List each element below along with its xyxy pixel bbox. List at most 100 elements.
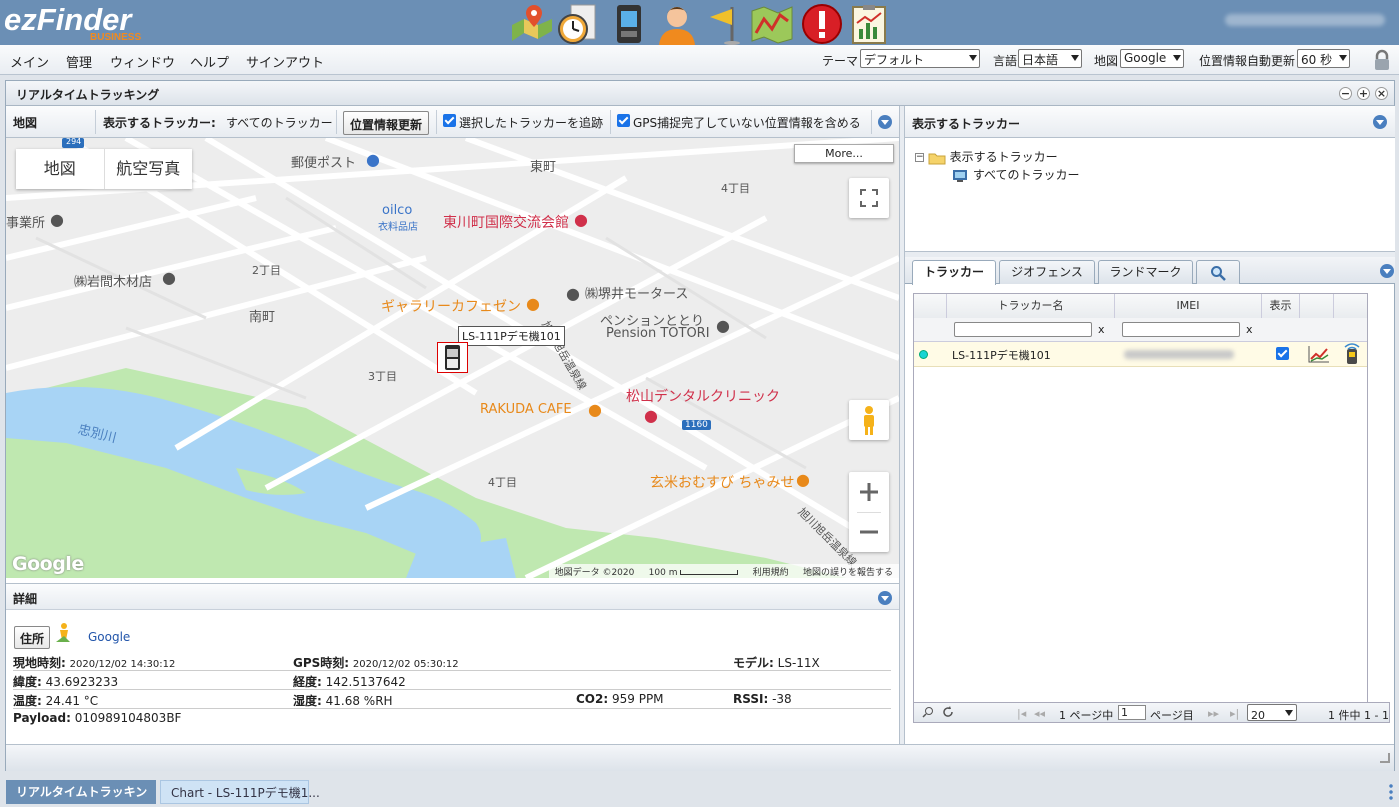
tracker-marker[interactable]	[437, 342, 468, 373]
tree-collapse-icon[interactable]: −	[915, 153, 924, 162]
theme-select[interactable]: デフォルト	[860, 49, 980, 68]
tree-child[interactable]: すべてのトラッカー	[951, 166, 1080, 183]
auto-update-select[interactable]: 60 秒	[1297, 49, 1350, 68]
collapse-icon[interactable]	[1380, 264, 1394, 278]
tab-geofence[interactable]: ジオフェンス	[999, 260, 1095, 284]
name-filter-clear[interactable]: x	[1098, 323, 1105, 336]
map-label-jigyosho: 事業所	[6, 216, 46, 231]
pegman-icon	[864, 406, 874, 435]
tree-child-label: すべてのトラッカー	[972, 168, 1080, 182]
map-label-gallery: ギャラリーカフェゼン	[381, 299, 521, 315]
collapse-icon[interactable]	[878, 591, 892, 605]
address-button[interactable]: 住所	[14, 626, 51, 649]
device-signal-icon[interactable]	[1342, 343, 1360, 365]
flag-icon[interactable]	[702, 3, 746, 45]
tracker-name-cell: LS-111Pデモ機101	[952, 349, 1051, 362]
page-number-input[interactable]: 1	[1118, 705, 1146, 720]
task-realtime-tracking[interactable]: リアルタイムトラッキン	[6, 780, 156, 804]
grid-header-device	[1334, 294, 1367, 318]
map-label-iwama: ㈱岩間木材店	[74, 275, 153, 290]
name-filter-input[interactable]	[954, 322, 1092, 337]
resize-grip-icon[interactable]	[1380, 753, 1390, 763]
first-page-icon[interactable]: |◂	[1017, 707, 1026, 720]
rssi-value: -38	[772, 692, 792, 706]
page-size-select[interactable]: 20	[1247, 704, 1297, 722]
details-title: 詳細	[13, 592, 38, 606]
refresh-location-button[interactable]: 位置情報更新	[343, 111, 430, 135]
last-page-icon[interactable]: ▸|	[1230, 707, 1239, 720]
map-label-oilco-sub: 衣料品店	[378, 222, 418, 233]
menu-admin[interactable]: 管理	[66, 52, 92, 71]
map-pin-icon[interactable]	[510, 3, 554, 45]
line-chart-icon[interactable]	[1308, 345, 1330, 363]
tab-trackers[interactable]: トラッカー	[912, 260, 996, 285]
collapse-icon[interactable]	[878, 115, 892, 129]
tab-landmark[interactable]: ランドマーク	[1098, 260, 1193, 284]
page-suffix: ページ目	[1150, 709, 1194, 722]
trackers-filter-value[interactable]: すべてのトラッカー	[226, 114, 333, 131]
alert-icon[interactable]	[800, 3, 844, 45]
map-terms-link[interactable]: 利用規約	[753, 568, 789, 578]
language-select[interactable]: 日本語	[1018, 49, 1082, 68]
follow-tracker-checkbox[interactable]	[443, 114, 456, 127]
map-report-link[interactable]: 地図の誤りを報告する	[803, 568, 893, 578]
stopwatch-icon[interactable]	[555, 3, 599, 45]
tracker-marker-label: LS-111Pデモ機101	[458, 326, 565, 346]
report-chart-icon[interactable]	[847, 3, 891, 45]
menu-main[interactable]: メイン	[10, 52, 49, 71]
more-options-icon[interactable]	[1389, 783, 1393, 801]
grid-header-name[interactable]: トラッカー名	[947, 294, 1115, 318]
menu-help[interactable]: ヘルプ	[190, 52, 229, 71]
map-type-satellite-button[interactable]: 航空写真	[105, 149, 193, 189]
fullscreen-button[interactable]	[849, 178, 889, 218]
more-button[interactable]: More...	[794, 144, 894, 163]
post-office-pin-icon: ●	[366, 150, 380, 169]
toolbar-divider	[610, 110, 611, 134]
google-link[interactable]: Google	[88, 630, 130, 644]
map-type-map-button[interactable]: 地図	[16, 149, 105, 189]
prev-page-icon[interactable]: ◂◂	[1034, 707, 1045, 720]
tree-root[interactable]: − 表示するトラッカー	[915, 148, 1058, 165]
place-pin-icon: ●	[162, 268, 176, 287]
street-view-person-icon[interactable]	[54, 622, 72, 644]
collapse-icon[interactable]	[1373, 115, 1387, 129]
google-logo: Google	[12, 553, 84, 575]
refresh-icon[interactable]	[942, 706, 954, 718]
task-chart[interactable]: Chart - LS-111Pデモ機1...	[160, 780, 320, 804]
menu-signout[interactable]: サインアウト	[246, 52, 324, 71]
maximize-button[interactable]: +	[1357, 87, 1370, 100]
zoom-out-button[interactable]	[849, 512, 889, 552]
map-view[interactable]: 294 郵便ポスト ● 東町 4丁目 事業所 ● oilco 衣料品店 東川町国…	[6, 138, 899, 578]
zoom-in-button[interactable]	[849, 472, 889, 512]
imei-filter-input[interactable]	[1122, 322, 1240, 337]
route-map-icon[interactable]	[750, 3, 794, 45]
search-icon[interactable]	[922, 706, 934, 718]
folder-open-icon	[928, 153, 946, 164]
close-button[interactable]: ×	[1375, 87, 1388, 100]
visible-checkbox[interactable]	[1276, 347, 1289, 360]
window-status-bar	[6, 744, 1394, 771]
lock-icon[interactable]	[1373, 49, 1391, 71]
imei-filter-clear[interactable]: x	[1246, 323, 1253, 336]
local-time-label: 現地時刻:	[13, 656, 66, 670]
chevron-down-icon	[1173, 55, 1181, 61]
next-page-icon[interactable]: ▸▸	[1208, 707, 1219, 720]
clinic-pin-icon: ●	[644, 406, 658, 425]
map-label-sakai: ㈱堺井モータース	[585, 287, 689, 302]
include-gps-checkbox[interactable]	[617, 114, 630, 127]
grid-header-visible[interactable]: 表示	[1262, 294, 1300, 318]
map-type-control: 地図 航空写真	[16, 149, 192, 189]
menu-window[interactable]: ウィンドウ	[110, 52, 175, 71]
map-provider-select[interactable]: Google	[1120, 49, 1184, 68]
table-row[interactable]: LS-111Pデモ機101	[914, 342, 1367, 367]
street-view-button[interactable]	[849, 400, 889, 440]
minimize-button[interactable]: −	[1339, 87, 1352, 100]
person-icon[interactable]	[655, 3, 699, 45]
toolbar-divider	[436, 110, 437, 134]
tracker-device-icon[interactable]	[607, 3, 651, 45]
tab-search[interactable]	[1196, 260, 1240, 284]
grid-header-imei[interactable]: IMEI	[1115, 294, 1262, 318]
map-label-rakuda: RAKUDA CAFE	[480, 402, 572, 417]
status-online-icon	[919, 350, 928, 359]
restaurant-pin-icon: ●	[796, 470, 810, 489]
